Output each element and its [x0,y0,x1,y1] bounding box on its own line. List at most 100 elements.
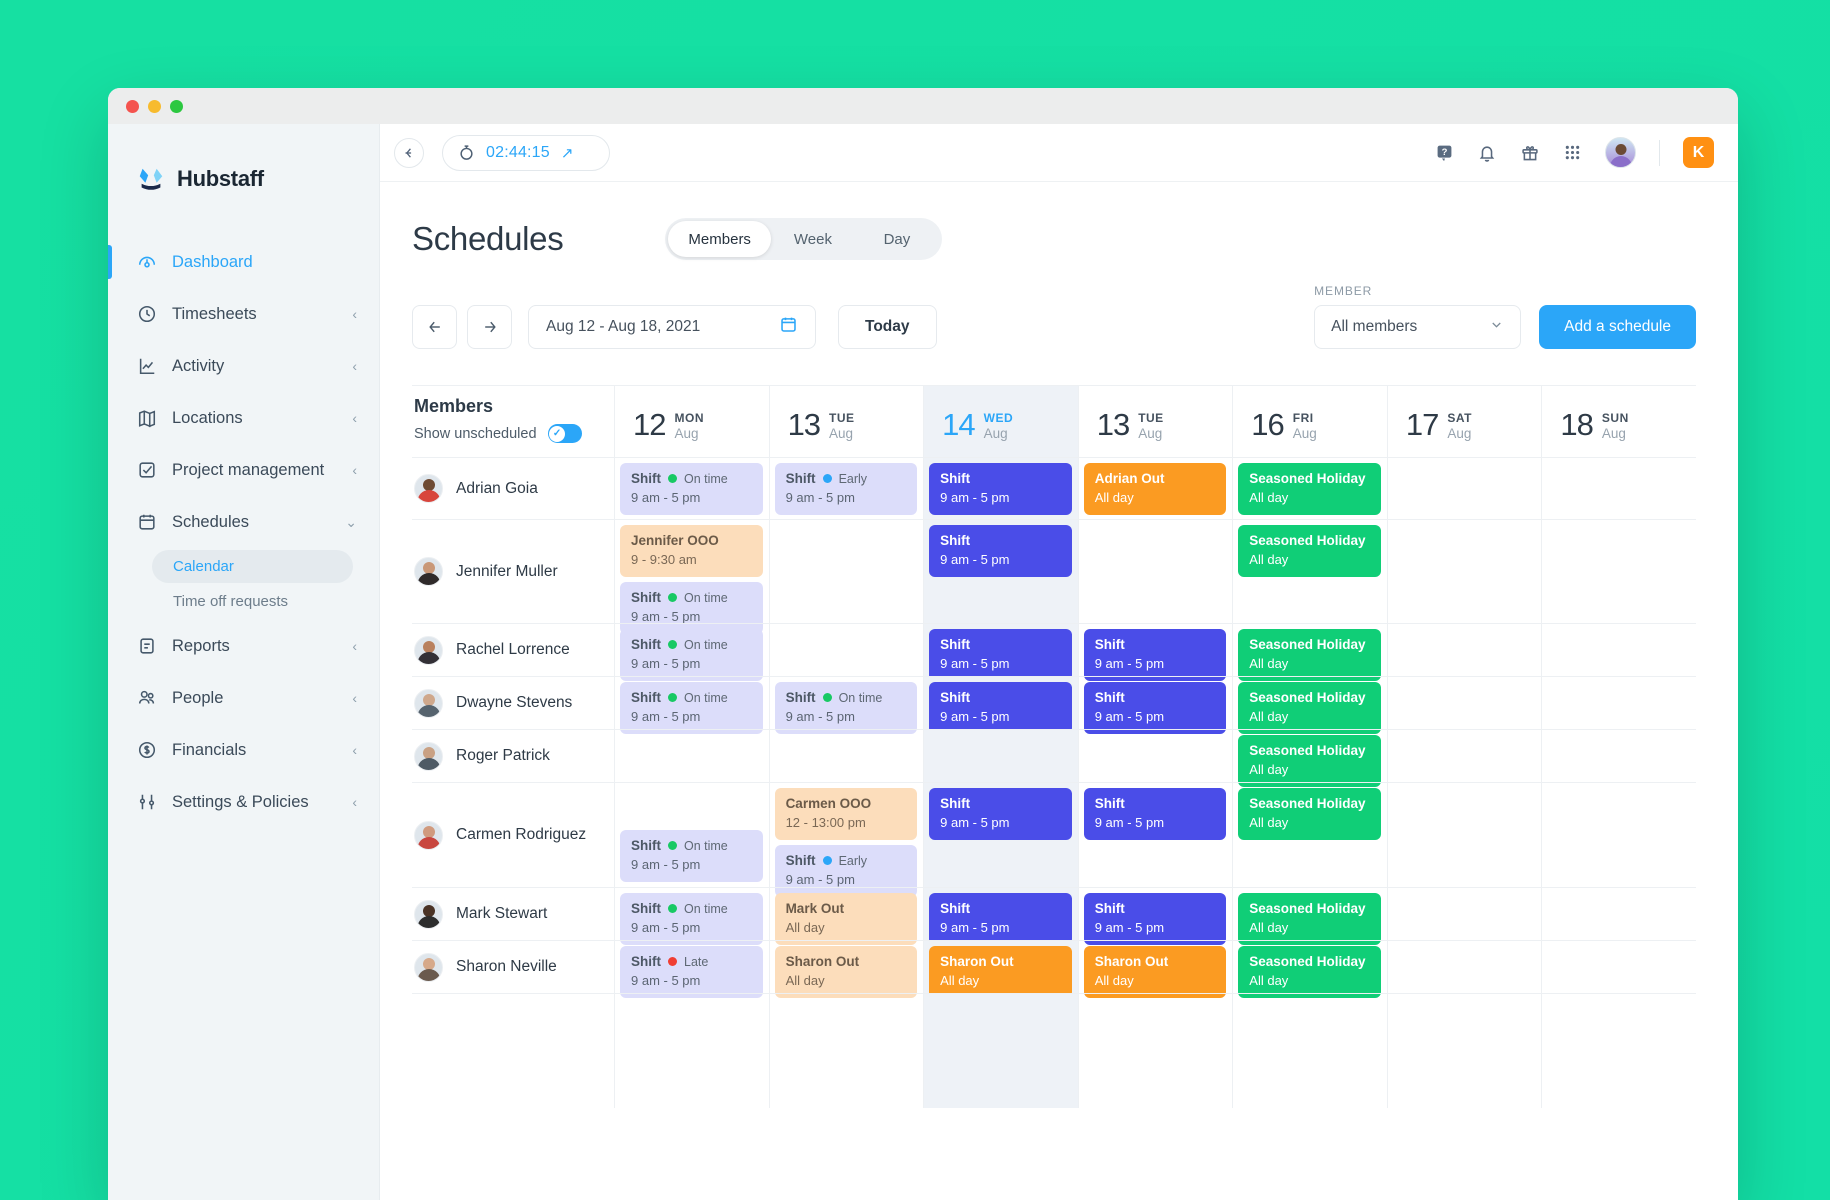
schedule-event[interactable]: Shift Early 9 am - 5 pm [774,463,918,515]
schedule-cell-r6-c0[interactable]: Shift On time 9 am - 5 pm [614,887,769,945]
schedule-cell-r4-c1[interactable] [768,729,924,782]
brand-logo-area[interactable]: Hubstaff [108,146,379,202]
help-icon[interactable]: ? [1435,143,1454,162]
bell-icon[interactable] [1477,143,1497,163]
schedule-cell-r0-c6[interactable] [1541,457,1696,519]
sidebar-item-settings-policies[interactable]: Settings & Policies ‹ [108,776,379,828]
sidebar-item-activity[interactable]: Activity ‹ [108,340,379,392]
schedule-cell-r2-c3[interactable]: Shift 9 am - 5 pm [1077,623,1233,681]
member-row-label[interactable]: Carmen Rodriguez [412,782,614,887]
schedule-cell-r7-c1[interactable]: Sharon Out All day [768,940,924,998]
schedule-cell-r4-c5[interactable] [1386,729,1542,782]
schedule-cell-r2-c5[interactable] [1386,623,1542,676]
schedule-cell-r3-c4[interactable]: Seasoned Holiday All day [1232,676,1387,734]
schedule-event[interactable]: Shift 9 am - 5 pm [929,463,1072,515]
schedule-event[interactable]: Shift 9 am - 5 pm [929,682,1072,734]
schedule-cell-r7-c2[interactable]: Sharon Out All day [923,940,1078,998]
schedule-event[interactable]: Seasoned Holiday All day [1238,788,1381,840]
tab-week[interactable]: Week [771,221,855,257]
user-avatar[interactable] [1605,137,1636,168]
schedule-cell-r5-c5[interactable] [1386,782,1542,887]
member-row-label[interactable]: Adrian Goia [412,457,614,519]
schedule-event[interactable]: Shift 9 am - 5 pm [1083,893,1227,945]
schedule-cell-r6-c4[interactable]: Seasoned Holiday All day [1232,887,1387,945]
schedule-cell-r1-c2[interactable]: Shift 9 am - 5 pm [923,519,1078,623]
schedule-event[interactable]: Seasoned Holiday All day [1238,463,1381,515]
schedule-cell-r1-c4[interactable]: Seasoned Holiday All day [1232,519,1387,623]
schedule-cell-r0-c2[interactable]: Shift 9 am - 5 pm [923,457,1078,519]
schedule-cell-r5-c6[interactable] [1541,782,1696,887]
schedule-event[interactable]: Carmen OOO 12 - 13:00 pm [774,788,918,840]
schedule-cell-r7-c5[interactable] [1386,940,1542,993]
schedule-cell-r4-c2[interactable] [923,729,1078,782]
minimize-window-button[interactable] [148,99,161,113]
date-range-picker[interactable]: Aug 12 - Aug 18, 2021 [528,305,816,349]
member-row-label[interactable]: Rachel Lorrence [412,623,614,676]
collapse-sidebar-button[interactable] [394,137,424,168]
apps-grid-icon[interactable] [1563,143,1582,162]
schedule-cell-r3-c6[interactable] [1541,676,1696,729]
schedule-event[interactable]: Sharon Out All day [1083,946,1227,998]
member-filter-select[interactable]: All members [1314,305,1522,349]
next-week-button[interactable] [467,305,512,349]
schedule-cell-r6-c6[interactable] [1541,887,1696,940]
schedule-event[interactable]: Shift 9 am - 5 pm [929,525,1072,577]
schedule-event[interactable]: Shift 9 am - 5 pm [929,893,1072,945]
schedule-cell-r4-c3[interactable] [1077,729,1233,782]
schedule-cell-r1-c1[interactable] [768,519,924,623]
schedule-event[interactable]: Seasoned Holiday All day [1238,525,1381,577]
show-unscheduled-toggle[interactable] [547,424,582,443]
member-row-label[interactable]: Dwayne Stevens [412,676,614,729]
schedule-cell-r6-c3[interactable]: Shift 9 am - 5 pm [1077,887,1233,945]
schedule-cell-r3-c3[interactable]: Shift 9 am - 5 pm [1077,676,1233,734]
schedule-cell-r5-c0[interactable]: Shift On time 9 am - 5 pm [614,782,769,887]
close-window-button[interactable] [126,99,139,113]
schedule-cell-r7-c6[interactable] [1541,940,1696,993]
schedule-cell-r3-c2[interactable]: Shift 9 am - 5 pm [923,676,1078,734]
schedule-cell-r1-c3[interactable] [1077,519,1233,623]
schedule-cell-r5-c2[interactable]: Shift 9 am - 5 pm [923,782,1078,887]
schedule-event[interactable]: Seasoned Holiday All day [1238,946,1381,998]
gift-icon[interactable] [1520,143,1540,163]
schedule-cell-r5-c4[interactable]: Seasoned Holiday All day [1232,782,1387,887]
maximize-window-button[interactable] [170,99,183,113]
schedule-cell-r0-c1[interactable]: Shift Early 9 am - 5 pm [768,457,924,519]
schedule-cell-r0-c4[interactable]: Seasoned Holiday All day [1232,457,1387,519]
schedule-event[interactable]: Shift On time 9 am - 5 pm [620,629,763,681]
schedule-cell-r1-c5[interactable] [1386,519,1542,623]
schedule-event[interactable]: Seasoned Holiday All day [1238,682,1381,734]
member-row-label[interactable]: Sharon Neville [412,940,614,993]
schedule-event[interactable]: Shift 9 am - 5 pm [929,788,1072,840]
schedule-cell-r3-c1[interactable]: Shift On time 9 am - 5 pm [768,676,924,734]
sidebar-item-people[interactable]: People ‹ [108,672,379,724]
schedule-event[interactable]: Mark Out All day [774,893,918,945]
schedule-cell-r7-c4[interactable]: Seasoned Holiday All day [1232,940,1387,998]
schedule-cell-r0-c5[interactable] [1386,457,1542,519]
schedule-cell-r3-c0[interactable]: Shift On time 9 am - 5 pm [614,676,769,734]
schedule-event[interactable]: Seasoned Holiday All day [1238,893,1381,945]
schedule-cell-r2-c4[interactable]: Seasoned Holiday All day [1232,623,1387,681]
schedule-event[interactable]: Shift On time 9 am - 5 pm [620,682,763,734]
sidebar-item-schedules[interactable]: Schedules ⌄ [108,496,379,548]
schedule-event[interactable]: Shift Late 9 am - 5 pm [620,946,763,998]
workspace-badge[interactable]: K [1683,137,1714,168]
sidebar-subitem-time-off-requests[interactable]: Time off requests [152,585,353,618]
timer-widget[interactable]: 02:44:15 ↗ [442,134,610,171]
schedule-cell-r0-c0[interactable]: Shift On time 9 am - 5 pm [614,457,769,519]
schedule-event[interactable]: Seasoned Holiday All day [1238,735,1381,787]
sidebar-item-timesheets[interactable]: Timesheets ‹ [108,288,379,340]
schedule-cell-r6-c5[interactable] [1386,887,1542,940]
add-schedule-button[interactable]: Add a schedule [1539,305,1696,349]
schedule-cell-r6-c1[interactable]: Mark Out All day [768,887,924,945]
schedule-event[interactable]: Sharon Out All day [929,946,1072,998]
schedule-cell-r1-c6[interactable] [1541,519,1696,623]
schedule-cell-r2-c6[interactable] [1541,623,1696,676]
schedule-event[interactable]: Shift On time 9 am - 5 pm [774,682,918,734]
schedule-cell-r5-c3[interactable]: Shift 9 am - 5 pm [1077,782,1233,887]
schedule-cell-r1-c0[interactable]: Jennifer OOO 9 - 9:30 am Shift On time 9 am … [614,519,769,634]
schedule-event[interactable]: Jennifer OOO 9 - 9:30 am [620,525,763,577]
sidebar-item-project-management[interactable]: Project management ‹ [108,444,379,496]
schedule-cell-r4-c6[interactable] [1541,729,1696,782]
member-row-label[interactable]: Mark Stewart [412,887,614,940]
schedule-cell-r2-c0[interactable]: Shift On time 9 am - 5 pm [614,623,769,681]
